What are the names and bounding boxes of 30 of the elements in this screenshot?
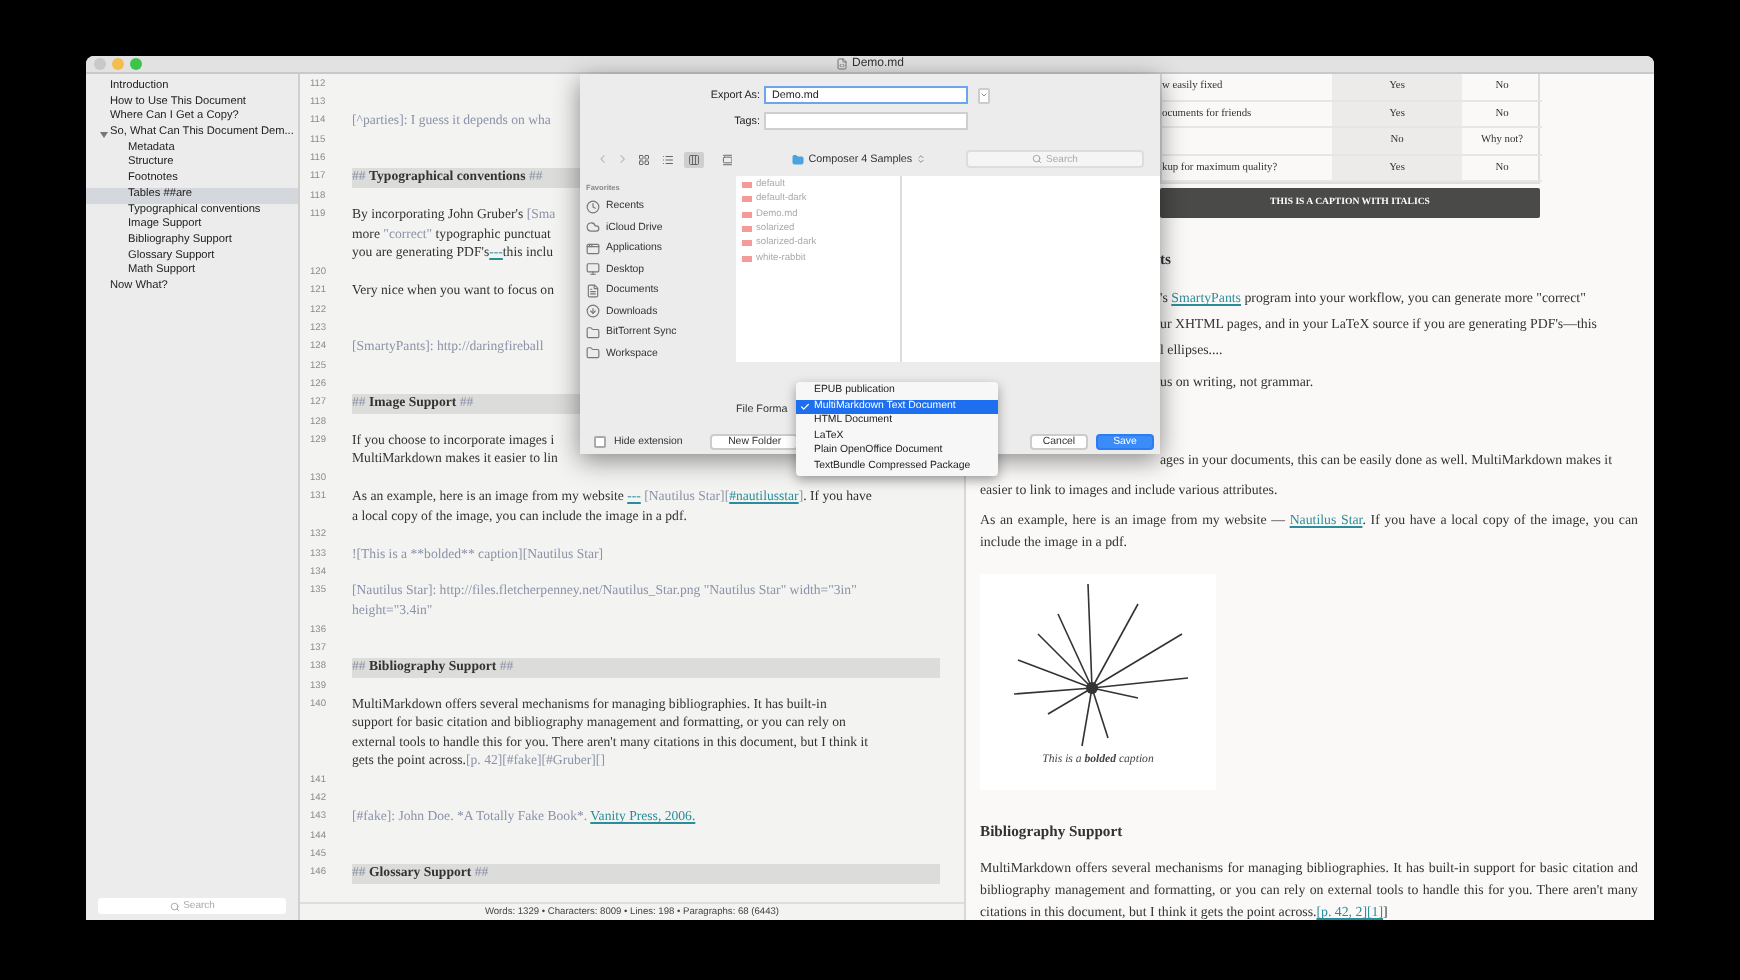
list-view-icon (662, 153, 675, 165)
monitor-icon (586, 262, 600, 277)
window-close-button[interactable] (94, 58, 106, 70)
disclosure-down-icon[interactable] (100, 130, 108, 139)
search-icon (1032, 154, 1043, 164)
icon-view-icon (637, 153, 650, 165)
document-icon (835, 58, 848, 70)
view-mode-button[interactable] (634, 151, 654, 167)
folder-icon (586, 346, 600, 361)
expand-button[interactable] (978, 87, 990, 103)
folder-icon (586, 325, 600, 340)
app-window-icon (586, 241, 600, 256)
check-icon (800, 401, 810, 411)
tags-field[interactable] (764, 112, 968, 130)
arrange-icon[interactable] (721, 153, 733, 165)
view-mode-button[interactable] (659, 151, 679, 167)
updown-icon (916, 154, 927, 164)
checkbox[interactable] (594, 436, 606, 448)
download-icon (586, 304, 600, 319)
cloud-icon (586, 220, 600, 235)
back-icon[interactable] (596, 152, 610, 166)
search-icon (169, 901, 180, 911)
clock-icon (586, 199, 600, 214)
folder-icon (792, 153, 805, 165)
column-view-icon (687, 153, 700, 165)
view-mode-button[interactable] (684, 151, 704, 167)
window-minimize-button[interactable] (112, 58, 124, 70)
forward-icon[interactable] (615, 152, 629, 166)
document-icon (586, 283, 600, 298)
window-zoom-button[interactable] (130, 58, 142, 70)
